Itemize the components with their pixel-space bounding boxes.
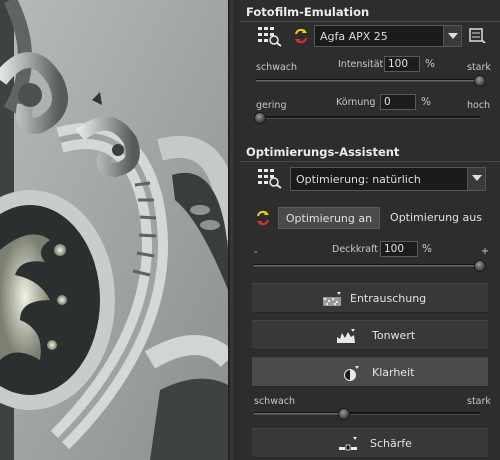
tool-label: Tonwert [372, 329, 416, 342]
opacity-slider-fill [254, 265, 480, 266]
film-preset-dropdown[interactable]: Agfa APX 25 [314, 25, 462, 47]
clarity-slider[interactable] [254, 408, 480, 420]
grain-label: Körnung [336, 97, 376, 108]
clarity-min-label: schwach [254, 396, 296, 407]
section-divider [240, 161, 500, 162]
grain-unit: % [421, 96, 431, 108]
tool-label: Klarheit [372, 366, 415, 379]
film-preset-value: Agfa APX 25 [320, 30, 388, 43]
intensity-slider-fill [256, 80, 480, 81]
settings-panel: Fotofilm-Emulation Agfa APX 25 schwach I… [236, 0, 500, 460]
opacity-min-label: - [254, 247, 258, 258]
sharpness-icon [338, 436, 358, 452]
tool-sharpness[interactable]: Schärfe [252, 428, 488, 458]
optimization-title: Optimierungs-Assistent [246, 145, 400, 159]
grain-max-label: hoch [467, 100, 491, 111]
histogram-icon [336, 328, 356, 344]
opacity-max-label: + [481, 246, 489, 257]
intensity-label: Intensität [338, 59, 384, 70]
noise-reduction-icon [322, 291, 342, 307]
section-divider [240, 21, 500, 22]
clarity-slider-thumb[interactable] [338, 408, 351, 420]
film-emulation-title: Fotofilm-Emulation [246, 5, 370, 19]
photo-canvas[interactable] [0, 0, 228, 460]
tool-label: Schärfe [370, 437, 412, 450]
grain-slider[interactable] [254, 112, 480, 124]
tool-clarity[interactable]: Klarheit [252, 357, 488, 387]
optimization-on-button[interactable]: Optimierung an [278, 207, 380, 229]
grain-input[interactable]: 0 [380, 94, 416, 110]
baroque-ornament-photo [0, 0, 228, 460]
optimization-preset-value: Optimierung: natürlich [296, 173, 421, 186]
tool-tonal-value[interactable]: Tonwert [252, 320, 488, 350]
intensity-max-label: stark [467, 62, 491, 73]
grain-min-label: gering [256, 100, 287, 111]
intensity-input[interactable]: 100 [384, 56, 420, 72]
chevron-down-icon [443, 26, 461, 46]
film-preset-grid-icon[interactable] [256, 25, 284, 47]
optimization-preset-dropdown[interactable]: Optimierung: natürlich [290, 167, 486, 191]
grain-slider-thumb[interactable] [254, 112, 266, 124]
tool-label: Entrauschung [350, 292, 427, 305]
panel-splitter[interactable] [228, 0, 236, 460]
opacity-slider-thumb[interactable] [474, 260, 486, 272]
film-settings-icon[interactable] [468, 27, 488, 45]
intensity-slider[interactable] [256, 75, 486, 87]
intensity-unit: % [425, 58, 435, 70]
opacity-label: Deckkraft [332, 244, 379, 255]
optimization-preset-grid-icon[interactable] [256, 167, 284, 189]
opacity-slider[interactable] [254, 260, 486, 272]
intensity-slider-thumb[interactable] [474, 75, 486, 87]
clarity-icon [340, 365, 360, 381]
intensity-min-label: schwach [256, 62, 298, 73]
swap-icon[interactable] [292, 25, 310, 47]
chevron-down-icon [467, 168, 485, 190]
clarity-max-label: stark [467, 396, 491, 407]
swap-icon[interactable] [254, 207, 272, 229]
opacity-unit: % [422, 243, 432, 255]
tool-noise-reduction[interactable]: Entrauschung [252, 283, 488, 313]
clarity-slider-fill [254, 413, 345, 414]
optimization-off-button[interactable]: Optimierung aus [386, 207, 486, 229]
opacity-input[interactable]: 100 [380, 241, 418, 257]
